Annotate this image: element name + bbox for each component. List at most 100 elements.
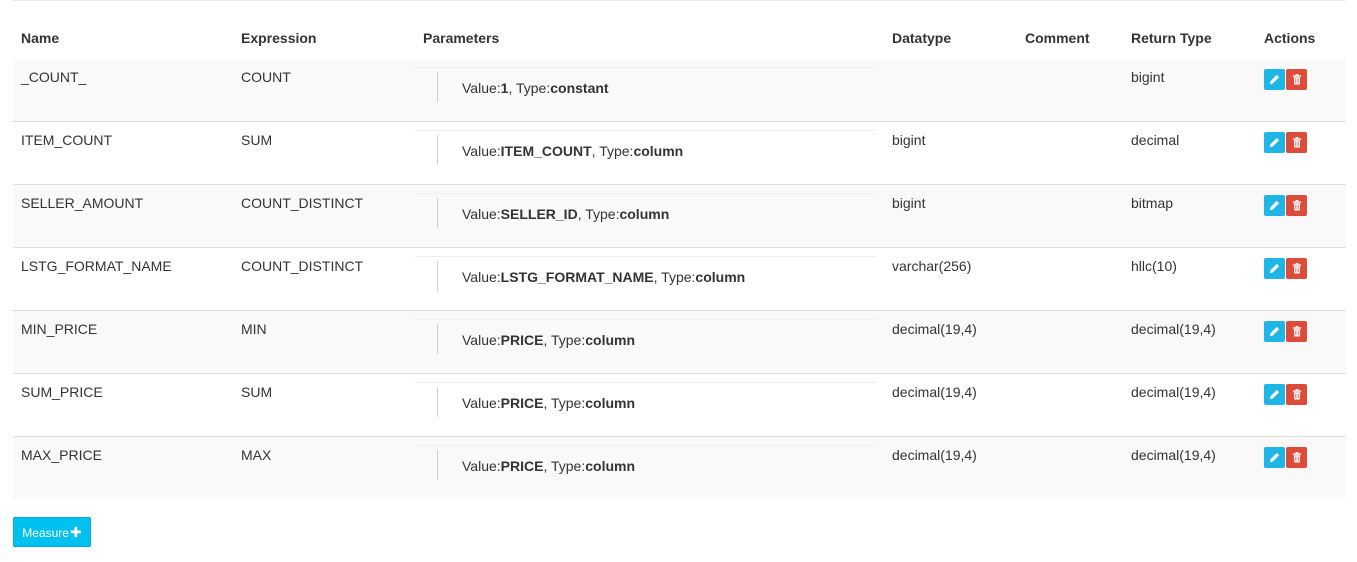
delete-button[interactable] [1286,69,1307,90]
measure-parameters: Value:1, Type:constant [415,58,884,121]
header-expression: Expression [233,19,415,59]
param-value: PRICE [500,331,544,348]
header-comment: Comment [1017,19,1123,59]
measure-datatype [884,58,1017,121]
measure-return-type: decimal(19,4) [1123,372,1256,436]
edit-button[interactable] [1264,320,1285,342]
pencil-icon [1269,326,1280,336]
measure-comment [1017,372,1123,436]
param-type: column [585,331,636,348]
trash-icon [1292,199,1301,211]
measure-return-type: decimal [1123,120,1256,184]
measure-comment [1017,309,1123,373]
table-row: MIN_PRICE MIN Value:PRICE, Type:column deci… [13,309,1346,373]
edit-button[interactable] [1264,131,1285,153]
measure-datatype: decimal(19,4) [884,435,1017,499]
param-value-label: Value: [462,394,501,411]
add-measure-button[interactable]: Measure✚ [13,517,91,547]
plus-icon: ✚ [69,524,82,540]
param-value-label: Value: [462,457,501,474]
measure-expression: SUM [233,120,415,184]
param-type-label: , Type: [653,268,696,285]
param-value: ITEM_COUNT [500,142,592,159]
parameter-text: Value:PRICE, Type:column [462,395,635,411]
trash-icon [1292,136,1301,148]
edit-button[interactable] [1264,257,1285,279]
measure-comment [1017,120,1123,184]
measure-return-type: bigint [1123,58,1256,121]
measure-expression: MAX [233,435,415,499]
header-parameters: Parameters [415,19,884,59]
param-type-label: , Type: [508,80,551,96]
measure-name: SUM_PRICE [13,372,233,436]
measure-datatype: bigint [884,120,1017,184]
parameter-box: Value:ITEM_COUNT, Type:column [415,129,876,174]
edit-button[interactable] [1264,383,1285,405]
parameter-text: Value:ITEM_COUNT, Type:column [462,143,683,159]
param-value-label: Value: [462,80,501,96]
trash-icon [1292,262,1301,274]
delete-button[interactable] [1286,446,1307,468]
trash-icon [1292,451,1301,463]
param-value: PRICE [500,394,544,411]
parameter-divider [437,386,438,417]
measure-name: MAX_PRICE [13,435,233,499]
parameter-box: Value:PRICE, Type:column [415,381,876,426]
trash-icon [1292,325,1301,337]
measure-name: _COUNT_ [13,58,233,121]
parameter-text: Value:PRICE, Type:column [462,332,635,348]
delete-button[interactable] [1286,131,1307,153]
measures-table: Name Expression Parameters Datatype Comm… [13,19,1346,499]
parameter-divider [437,260,438,291]
measure-comment [1017,435,1123,499]
param-type-label: , Type: [543,394,586,411]
measure-comment [1017,183,1123,247]
header-return-type: Return Type [1123,19,1256,59]
param-value: PRICE [500,457,544,474]
parameter-box: Value:1, Type:constant [415,67,876,111]
measure-name: MIN_PRICE [13,309,233,373]
parameter-text: Value:SELLER_ID, Type:column [462,206,669,222]
measure-datatype: decimal(19,4) [884,309,1017,373]
delete-button[interactable] [1286,257,1307,279]
parameter-text: Value:1, Type:constant [462,80,609,96]
parameter-box: Value:PRICE, Type:column [415,318,876,363]
delete-button[interactable] [1286,383,1307,405]
param-type: column [695,268,746,285]
param-type-label: , Type: [543,331,586,348]
measure-return-type: decimal(19,4) [1123,435,1256,499]
param-type-label: , Type: [591,142,634,159]
top-divider [13,0,1345,1]
table-row: MAX_PRICE MAX Value:PRICE, Type:column deci… [13,435,1346,499]
pencil-icon [1269,452,1280,462]
measure-parameters: Value:PRICE, Type:column [415,435,884,499]
measure-name: LSTG_FORMAT_NAME [13,246,233,310]
measure-expression: COUNT_DISTINCT [233,246,415,310]
param-type: column [585,457,636,474]
measure-parameters: Value:ITEM_COUNT, Type:column [415,120,884,184]
param-type-label: , Type: [577,205,620,222]
param-value-label: Value: [462,205,501,222]
delete-button[interactable] [1286,194,1307,216]
pencil-icon [1269,74,1280,85]
edit-button[interactable] [1264,69,1285,90]
delete-button[interactable] [1286,320,1307,342]
trash-icon [1292,74,1301,85]
param-type: column [585,394,636,411]
measure-datatype: varchar(256) [884,246,1017,310]
measure-datatype: bigint [884,183,1017,247]
parameter-divider [437,323,438,354]
parameter-divider [437,197,438,228]
table-row: ITEM_COUNT SUM Value:ITEM_COUNT, Type:colu… [13,120,1346,184]
measure-expression: MIN [233,309,415,373]
pencil-icon [1269,137,1280,147]
measure-parameters: Value:LSTG_FORMAT_NAME, Type:column [415,246,884,310]
trash-icon [1292,388,1301,400]
param-value: SELLER_ID [500,205,578,222]
table-header-row: Name Expression Parameters Datatype Comm… [13,19,1346,59]
parameter-divider [437,72,438,102]
param-value: LSTG_FORMAT_NAME [500,268,654,285]
edit-button[interactable] [1264,194,1285,216]
measures-panel: Name Expression Parameters Datatype Comm… [0,0,1357,562]
edit-button[interactable] [1264,446,1285,468]
